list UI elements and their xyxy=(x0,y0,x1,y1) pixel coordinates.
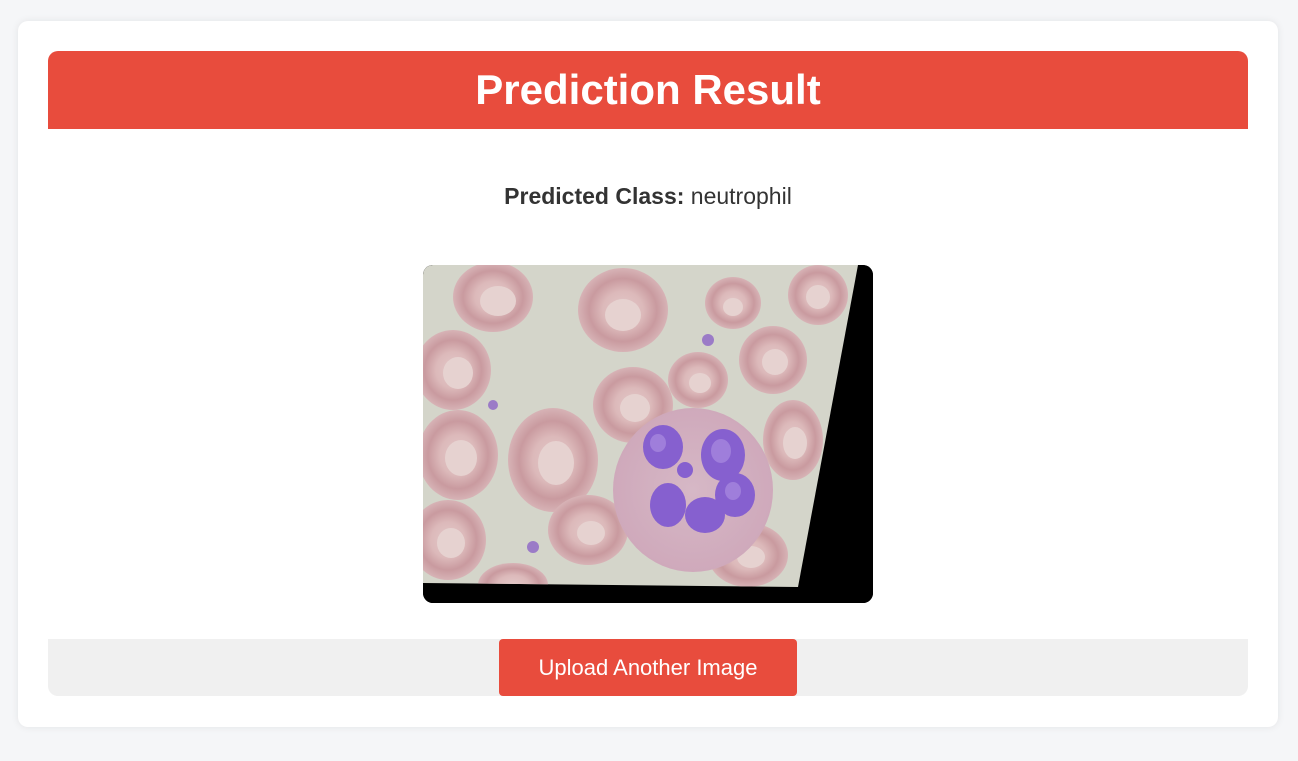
action-footer: Upload Another Image xyxy=(48,639,1248,696)
predicted-class-label: Predicted Class: xyxy=(504,183,685,209)
prediction-line: Predicted Class: neutrophil xyxy=(48,183,1248,210)
predicted-class-value: neutrophil xyxy=(690,183,792,209)
blood-smear-illustration xyxy=(423,265,873,603)
uploaded-cell-image xyxy=(423,265,873,603)
upload-another-image-button[interactable]: Upload Another Image xyxy=(499,639,797,696)
page-title: Prediction Result xyxy=(475,66,821,113)
result-header: Prediction Result xyxy=(48,51,1248,129)
result-card: Prediction Result Predicted Class: neutr… xyxy=(18,21,1278,727)
